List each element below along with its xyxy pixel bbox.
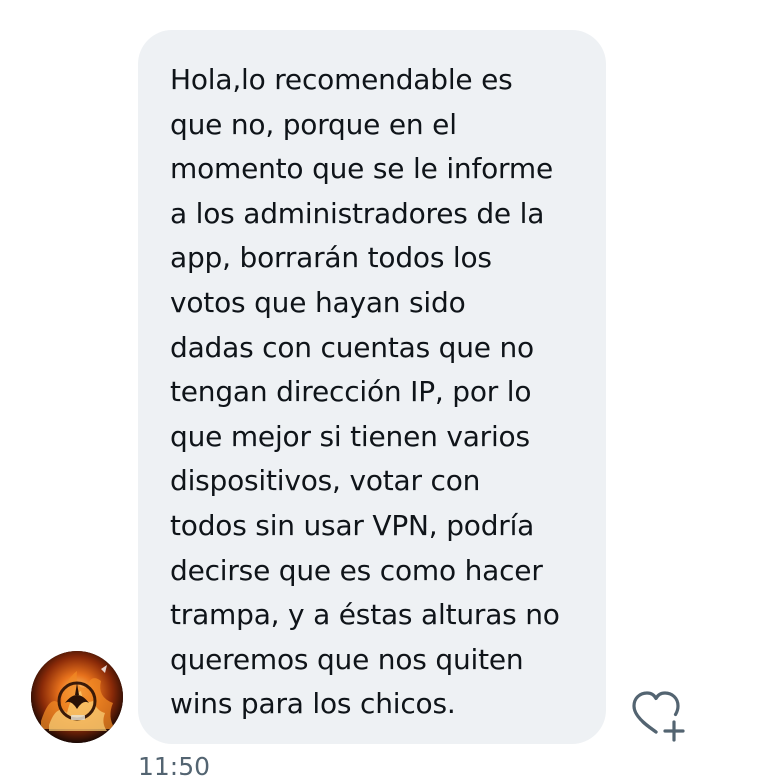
add-reaction-button[interactable] [626, 688, 688, 744]
message-bubble[interactable]: Hola,lo recomendable es que no, porque e… [138, 30, 606, 744]
message-text: Hola,lo recomendable es que no, porque e… [170, 63, 560, 721]
heart-plus-icon [632, 691, 685, 742]
avatar-image [31, 651, 123, 743]
message-timestamp: 11:50 [138, 752, 211, 781]
sender-avatar[interactable] [31, 651, 123, 743]
